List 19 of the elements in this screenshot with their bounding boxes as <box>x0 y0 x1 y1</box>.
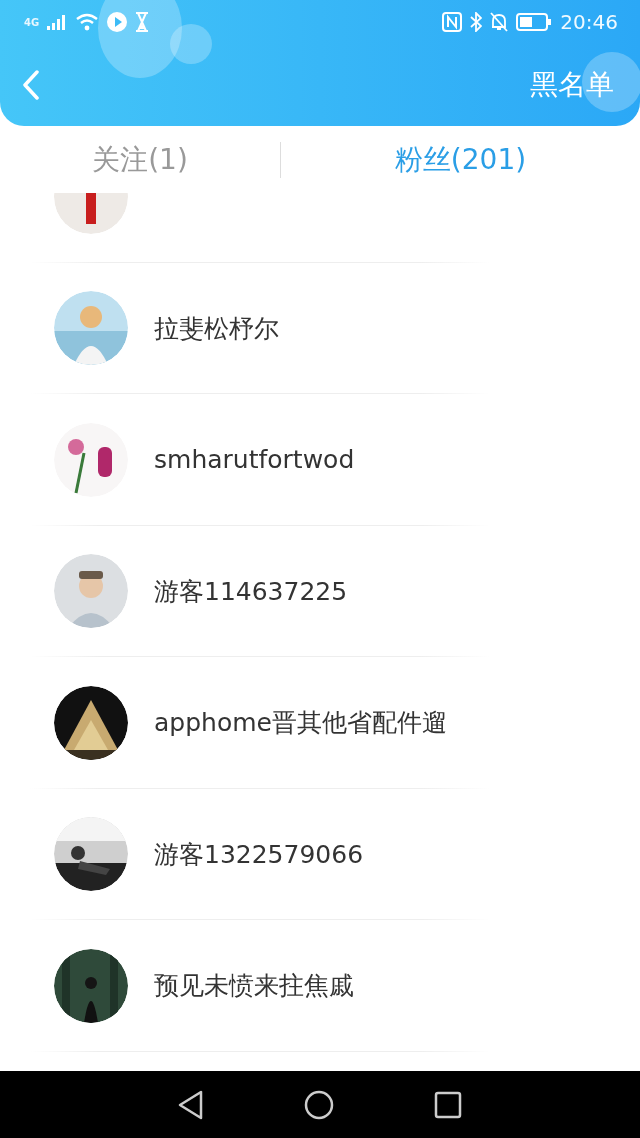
user-name[interactable]: apphome晋其他省配件遛 <box>154 706 447 740</box>
network-type: 4G <box>24 16 40 28</box>
bluetooth-icon <box>470 12 483 32</box>
bell-off-icon <box>490 12 509 32</box>
user-name[interactable]: 游客114637225 <box>154 574 348 608</box>
back-nav-icon[interactable] <box>178 1089 204 1120</box>
user-name[interactable]: 游客1322579066 <box>154 837 364 871</box>
user-name[interactable]: 拉斐松杼尔 <box>154 311 279 345</box>
wifi-icon <box>75 13 100 31</box>
home-nav-icon[interactable] <box>304 1089 334 1120</box>
battery-icon <box>516 13 553 31</box>
signal-icon <box>47 14 68 30</box>
hourglass-icon <box>135 12 150 32</box>
recents-nav-icon[interactable] <box>434 1090 462 1119</box>
user-name[interactable]: smharutfortwod <box>154 445 355 475</box>
play-icon <box>107 12 128 32</box>
user-name[interactable]: 预见未愤来拄焦戚 <box>154 969 354 1003</box>
nfc-icon <box>442 12 463 32</box>
clock-time: 20:46 <box>560 10 618 34</box>
